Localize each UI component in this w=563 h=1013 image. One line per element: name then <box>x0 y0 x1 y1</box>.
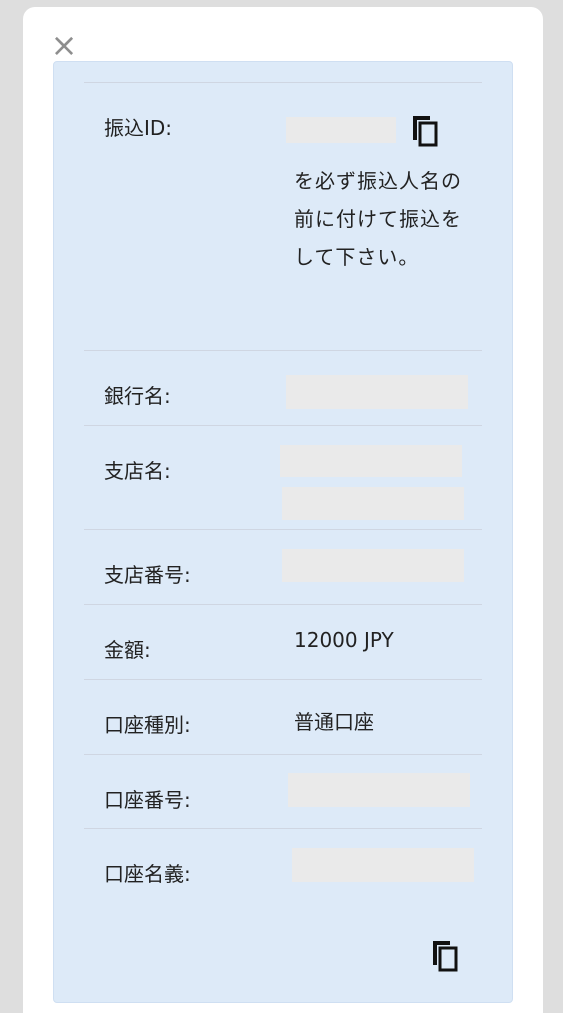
divider <box>84 828 482 829</box>
copy-all-icon[interactable] <box>430 939 460 973</box>
divider <box>84 82 482 83</box>
copy-icon[interactable] <box>410 114 440 148</box>
bank-name-value <box>286 375 468 409</box>
transfer-id-note: を必ず振込人名の前に付けて振込をして下さい。 <box>294 169 462 269</box>
account-number-value <box>288 773 470 807</box>
branch-number-value <box>282 549 464 582</box>
account-type-value: 普通口座 <box>294 710 374 734</box>
branch-name-value-2 <box>282 487 464 520</box>
divider <box>84 425 482 426</box>
bank-name-label: 銀行名: <box>104 384 171 408</box>
branch-number-label: 支店番号: <box>104 563 191 587</box>
account-type-label: 口座種別: <box>104 713 191 737</box>
divider <box>84 679 482 680</box>
divider <box>84 754 482 755</box>
divider <box>84 604 482 605</box>
account-holder-label: 口座名義: <box>104 862 191 886</box>
branch-name-label: 支店名: <box>104 459 171 483</box>
amount-label: 金額: <box>104 638 151 662</box>
divider <box>84 350 482 351</box>
transfer-id-value <box>286 117 396 143</box>
amount-value: 12000 JPY <box>294 628 394 652</box>
bank-transfer-panel: 振込ID: を必ず振込人名の前に付けて振込をして下さい。 銀行名: 支店名: 支… <box>53 61 513 1003</box>
branch-name-value <box>280 445 462 477</box>
divider <box>84 529 482 530</box>
account-number-label: 口座番号: <box>104 788 191 812</box>
transfer-id-label: 振込ID: <box>104 116 173 140</box>
payment-dialog: × 振込ID: を必ず振込人名の前に付けて振込をして下さい。 銀行名: 支店名:… <box>23 7 543 1013</box>
close-icon[interactable]: × <box>50 29 78 61</box>
account-holder-value <box>292 848 474 882</box>
